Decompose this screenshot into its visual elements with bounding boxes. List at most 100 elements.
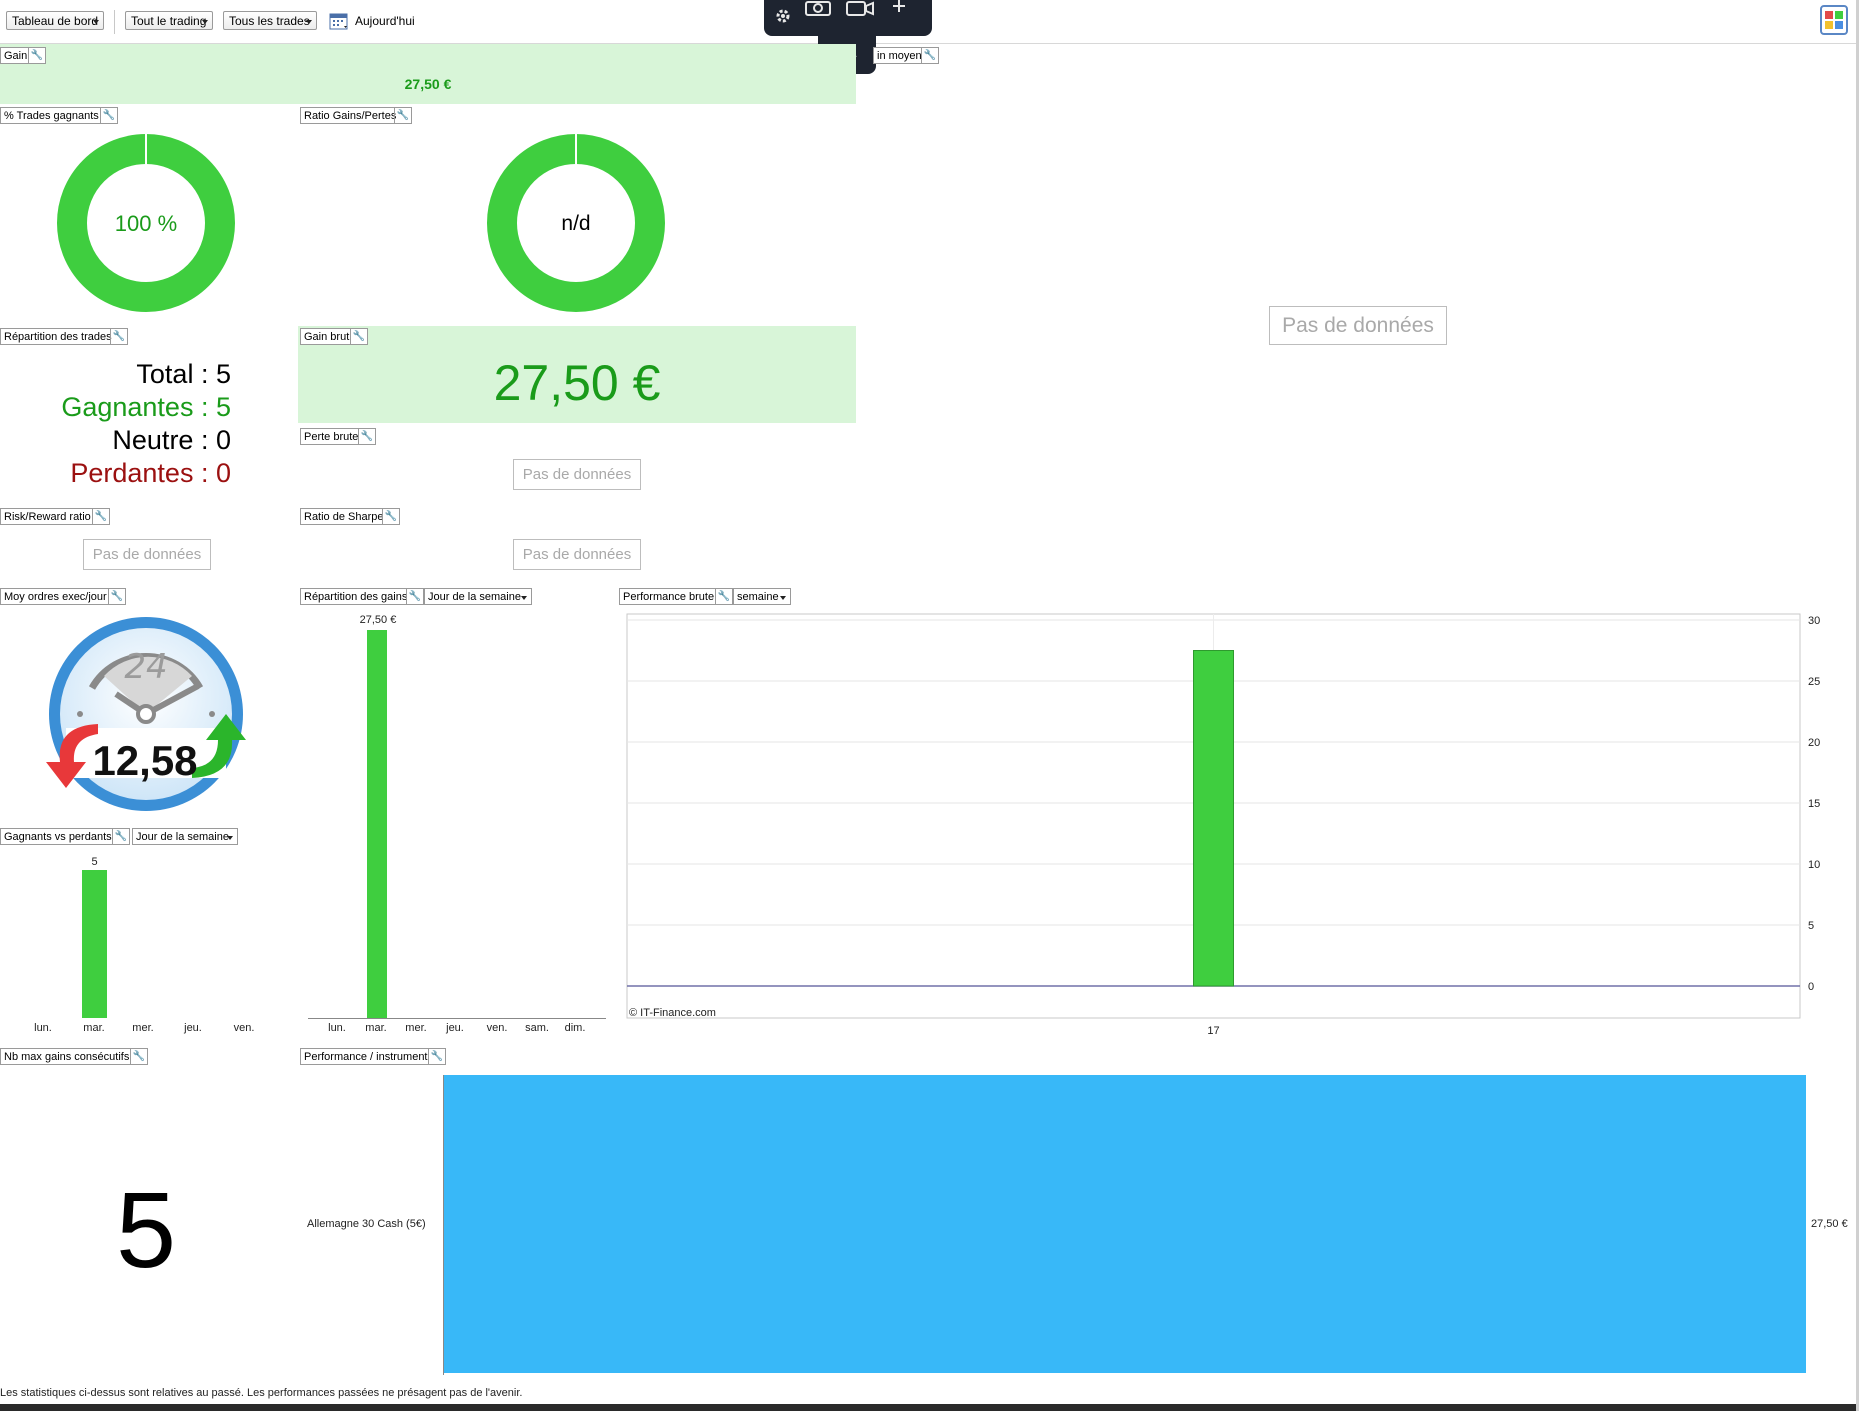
trades-select[interactable]: Tous les trades — [223, 11, 317, 30]
performance-brute-chart: 0 5 10 15 20 25 30 17 — [626, 613, 1820, 1037]
bottom-strip — [0, 1404, 1859, 1411]
perf-instrument-category-label: Allemagne 30 Cash (5€) — [307, 1218, 426, 1230]
plus-icon[interactable] — [888, 0, 910, 16]
winners-row: Gagnantes : 5 — [61, 392, 231, 422]
perf-instrument-widget-title[interactable]: Performance / instrument 🔧 — [300, 1048, 446, 1065]
gvp-chart: 5 lun. mar. mer. jeu. ven. — [0, 856, 254, 1036]
wrench-icon[interactable]: 🔧 — [108, 589, 125, 604]
date-range-label[interactable]: Aujourd'hui — [355, 14, 415, 28]
trading-select[interactable]: Tout le trading — [125, 11, 213, 30]
repartition-gains-widget-title[interactable]: Répartition des gains 🔧 — [300, 588, 424, 605]
repartition-gains-bar-value-label: 27,50 € — [359, 614, 397, 626]
neutral-row: Neutre : 0 — [112, 425, 231, 455]
trading-select-label: Tout le trading — [131, 14, 207, 28]
gain-widget — [0, 44, 856, 104]
ratio-gp-title-label: Ratio Gains/Pertes — [304, 110, 397, 122]
y-tick-label: 5 — [1808, 920, 1814, 932]
gain-moyen-widget-title[interactable]: in moyen 🔧 — [873, 47, 939, 64]
risk-reward-title-label: Risk/Reward ratio — [4, 511, 91, 523]
chevron-down-icon — [306, 20, 312, 24]
wrench-icon[interactable]: 🔧 — [406, 589, 423, 604]
y-tick-label: 20 — [1808, 737, 1820, 749]
gain-brut-widget-title[interactable]: Gain brut 🔧 — [300, 328, 368, 345]
x-tick-label: 17 — [1207, 1025, 1219, 1037]
pct-winning-value: 100 % — [114, 211, 178, 236]
perf-instrument-bar — [444, 1075, 1806, 1373]
performance-brute-widget-title[interactable]: Performance brute 🔧 — [619, 588, 733, 605]
wrench-icon[interactable]: 🔧 — [382, 509, 399, 524]
wrench-icon[interactable]: 🔧 — [394, 108, 411, 123]
wrench-icon[interactable]: 🔧 — [92, 509, 109, 524]
gvp-period-label: Jour de la semaine — [136, 831, 229, 843]
wrench-icon[interactable]: 🔧 — [28, 48, 45, 63]
perte-brute-nodata: Pas de données — [513, 459, 641, 490]
capture-toolbar — [764, 0, 932, 36]
sharpe-nodata: Pas de données — [513, 539, 641, 570]
footer-disclaimer: Les statistiques ci-dessus sont relative… — [0, 1387, 523, 1399]
wrench-icon[interactable]: 🔧 — [350, 329, 367, 344]
gvp-x-tick: ven. — [233, 1022, 255, 1034]
moy-ordres-widget-title[interactable]: Moy ordres exec/jour 🔧 — [0, 588, 126, 605]
repartition-gains-bar-mar — [367, 630, 387, 1018]
video-icon[interactable] — [844, 0, 876, 18]
gvp-bar-value-label: 5 — [91, 856, 98, 868]
camera-icon[interactable] — [802, 0, 834, 18]
gvp-period-select[interactable]: Jour de la semaine — [132, 828, 238, 845]
dashboard-select-label: Tableau de bord — [12, 14, 99, 28]
perf-instrument-value-label: 27,50 € — [1811, 1218, 1848, 1230]
ratio-gp-value: n/d — [561, 212, 591, 235]
dashboard-select[interactable]: Tableau de bord — [6, 11, 104, 30]
y-tick-label: 10 — [1808, 859, 1820, 871]
y-tick-label: 30 — [1808, 615, 1820, 627]
wrench-icon[interactable]: 🔧 — [358, 429, 375, 444]
repartition-gains-title-label: Répartition des gains — [304, 591, 408, 603]
gvp-x-tick: mer. — [132, 1022, 154, 1034]
repartition-trades-widget-title[interactable]: Répartition des trades 🔧 — [0, 328, 128, 345]
performance-brute-title-label: Performance brute — [623, 591, 715, 603]
max-gains-consecutifs-widget-title[interactable]: Nb max gains consécutifs 🔧 — [0, 1048, 148, 1065]
risk-reward-nodata: Pas de données — [83, 539, 211, 570]
toolbar-separator — [114, 10, 115, 34]
wrench-icon[interactable]: 🔧 — [921, 48, 938, 63]
ratio-gains-pertes-widget-title[interactable]: Ratio Gains/Pertes 🔧 — [300, 107, 412, 124]
perte-brute-widget-title[interactable]: Perte brute 🔧 — [300, 428, 376, 445]
gvp-x-tick: lun. — [34, 1022, 52, 1034]
gagnants-vs-perdants-widget-title[interactable]: Gagnants vs perdants 🔧 — [0, 828, 130, 845]
gear-icon[interactable] — [775, 8, 791, 24]
gain-moyen-title-label: in moyen — [877, 50, 922, 62]
chevron-down-icon — [780, 596, 786, 600]
repartition-gains-period-select[interactable]: Jour de la semaine — [424, 588, 532, 605]
repartition-gains-period-label: Jour de la semaine — [428, 591, 521, 603]
sharpe-widget-title[interactable]: Ratio de Sharpe 🔧 — [300, 508, 400, 525]
wrench-icon[interactable]: 🔧 — [428, 1049, 445, 1064]
rg-x-tick: mar. — [365, 1022, 387, 1034]
risk-reward-widget-title[interactable]: Risk/Reward ratio 🔧 — [0, 508, 110, 525]
app-logo-icon[interactable] — [1819, 4, 1851, 38]
pct-winning-widget-title[interactable]: % Trades gagnants 🔧 — [0, 107, 118, 124]
performance-brute-period-select[interactable]: semaine — [733, 588, 791, 605]
rg-x-tick: ven. — [486, 1022, 508, 1034]
y-tick-label: 0 — [1808, 981, 1814, 993]
chevron-down-icon — [93, 20, 99, 24]
performance-brute-copyright: © IT-Finance.com — [629, 1007, 716, 1019]
wrench-icon[interactable]: 🔧 — [100, 108, 117, 123]
repartition-gains-chart: 27,50 € lun. mar. mer. jeu. ven. sam. di… — [300, 612, 610, 1038]
gvp-x-tick: mar. — [83, 1022, 105, 1034]
trades-select-label: Tous les trades — [229, 14, 310, 28]
max-gains-title-label: Nb max gains consécutifs — [4, 1051, 130, 1063]
wrench-icon[interactable]: 🔧 — [715, 589, 732, 604]
rg-x-tick: dim. — [564, 1022, 586, 1034]
perf-instrument-title-label: Performance / instrument — [304, 1051, 428, 1063]
y-tick-label: 25 — [1808, 676, 1820, 688]
gain-widget-title[interactable]: Gain 🔧 — [0, 47, 46, 64]
gvp-bar-mar — [82, 870, 107, 1018]
wrench-icon[interactable]: 🔧 — [110, 329, 127, 344]
performance-brute-period-label: semaine — [737, 591, 779, 603]
losers-row: Perdantes : 0 — [70, 458, 231, 488]
y-tick-label: 15 — [1808, 798, 1820, 810]
svg-text:24: 24 — [124, 647, 167, 687]
wrench-icon[interactable]: 🔧 — [130, 1049, 147, 1064]
wrench-icon[interactable]: 🔧 — [112, 829, 129, 844]
calendar-icon[interactable] — [329, 11, 350, 31]
gvp-x-tick: jeu. — [184, 1022, 202, 1034]
